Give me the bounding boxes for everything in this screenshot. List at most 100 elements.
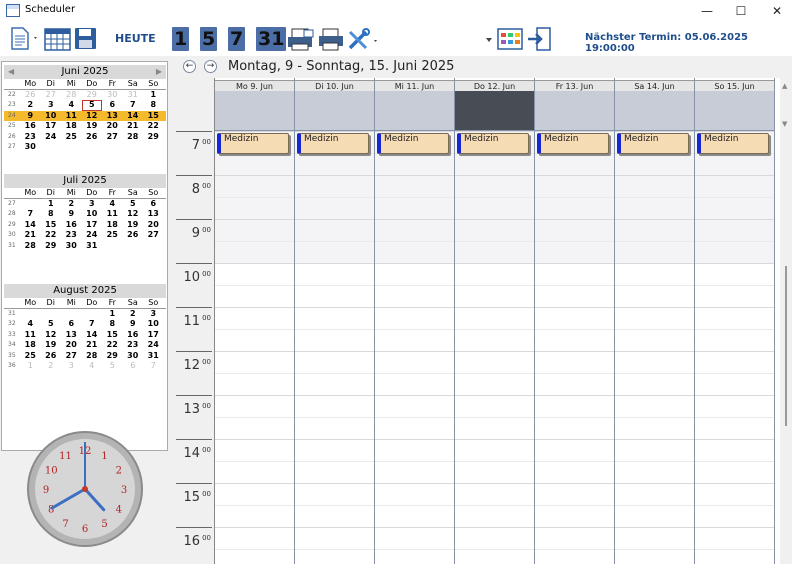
calendar-day[interactable]: 10	[82, 209, 103, 220]
calendar-day[interactable]: 14	[82, 330, 103, 341]
calendar-week-row[interactable]: 26 23 24 25 26 27 28 29	[4, 132, 166, 143]
calendar-day[interactable]: 1	[41, 199, 62, 210]
calendar-day[interactable]: 6	[143, 199, 164, 210]
calendar-day[interactable]	[102, 142, 123, 153]
scroll-up-arrow-icon[interactable]: ▲	[782, 82, 787, 90]
calendar-week-row[interactable]: 34 18 19 20 21 22 23 24	[4, 340, 166, 351]
calendar-day[interactable]: 11	[20, 330, 41, 341]
calendar-day[interactable]: 11	[61, 111, 82, 122]
calendar-day[interactable]: 1	[102, 309, 123, 320]
calendar-week-row[interactable]: 30 21 22 23 24 25 26 27	[4, 230, 166, 241]
month-view-button[interactable]: 31	[256, 27, 287, 51]
calendar-day[interactable]: 24	[143, 340, 164, 351]
calendar-week-row[interactable]: 36 1 2 3 4 5 6 7	[4, 361, 166, 372]
calendar-day[interactable]: 4	[20, 319, 41, 330]
calendar-day[interactable]: 19	[82, 121, 103, 132]
calendar-day[interactable]: 17	[41, 121, 62, 132]
calendar-day[interactable]: 17	[143, 330, 164, 341]
day-header[interactable]: Do 12. Jun	[455, 80, 534, 91]
calendar-day[interactable]: 27	[41, 90, 62, 101]
calendar-day[interactable]: 28	[82, 351, 103, 362]
calendar-day[interactable]: 31	[82, 241, 103, 252]
close-button[interactable]: ✕	[764, 2, 790, 20]
calendar-day[interactable]: 5	[81, 100, 102, 111]
calendar-day[interactable]: 28	[61, 90, 82, 101]
calendar-day[interactable]: 20	[102, 121, 123, 132]
all-day-area[interactable]	[375, 91, 454, 131]
appointment[interactable]: Medizin	[697, 133, 769, 154]
appointment[interactable]: Medizin	[377, 133, 449, 154]
calendar-day[interactable]: 1	[143, 90, 164, 101]
calendar-day[interactable]: 13	[143, 209, 164, 220]
calendar-day[interactable]: 3	[41, 100, 62, 111]
calendar-day[interactable]: 23	[123, 340, 144, 351]
calendar-week-row[interactable]: 25 16 17 18 19 20 21 22	[4, 121, 166, 132]
calendar-day[interactable]: 2	[41, 361, 62, 372]
all-day-area[interactable]	[295, 91, 374, 131]
calendar-week-row[interactable]: 31 28 29 30 31	[4, 241, 166, 252]
calendar-day[interactable]: 22	[41, 230, 62, 241]
day-column[interactable]: Sa 14. Jun Medizin	[615, 78, 695, 564]
calendar-day[interactable]: 21	[20, 230, 41, 241]
calendar-day[interactable]: 27	[61, 351, 82, 362]
day-column[interactable]: Fr 13. Jun Medizin	[535, 78, 615, 564]
calendar-day[interactable]: 18	[102, 220, 123, 231]
calendar-day[interactable]: 14	[123, 111, 144, 122]
calendar-day[interactable]: 16	[123, 330, 144, 341]
day-column[interactable]: Mi 11. Jun Medizin	[375, 78, 455, 564]
calendar-week-row[interactable]: 33 11 12 13 14 15 16 17	[4, 330, 166, 341]
all-day-area[interactable]	[215, 91, 294, 131]
day-header[interactable]: Di 10. Jun	[295, 80, 374, 91]
scroll-thumb[interactable]	[785, 266, 787, 426]
exit-door-icon[interactable]	[527, 26, 553, 52]
calendar-week-row[interactable]: 23 2 3 4 5 6 7 8	[4, 100, 166, 111]
calendar-day[interactable]: 20	[61, 340, 82, 351]
day-header[interactable]: Mi 11. Jun	[375, 80, 454, 91]
calendar-day[interactable]: 3	[143, 309, 164, 320]
day-column[interactable]: Mo 9. Jun Medizin	[215, 78, 295, 564]
calendar-day[interactable]	[20, 309, 41, 320]
calendar-day[interactable]: 10	[143, 319, 164, 330]
calendar-day[interactable]	[143, 241, 164, 252]
calendar-day[interactable]: 26	[123, 230, 144, 241]
maximize-button[interactable]: ☐	[728, 2, 754, 20]
calendar-day[interactable]: 22	[102, 340, 123, 351]
calendar-day[interactable]: 8	[41, 209, 62, 220]
calendar-day[interactable]: 15	[102, 330, 123, 341]
calendar-day[interactable]: 19	[41, 340, 62, 351]
calendar-day[interactable]: 7	[82, 319, 103, 330]
previous-week-button[interactable]: ←	[183, 60, 196, 73]
calendar-day[interactable]: 29	[143, 132, 164, 143]
calendar-day[interactable]: 14	[20, 220, 41, 231]
calendar-day[interactable]: 6	[102, 100, 123, 111]
calendar-day[interactable]: 26	[82, 132, 103, 143]
calendar-week-row[interactable]: 27 30	[4, 142, 166, 153]
new-document-icon[interactable]	[10, 27, 40, 51]
calendar-day[interactable]: 5	[41, 319, 62, 330]
vertical-scrollbar[interactable]: ▲ ▼	[780, 78, 792, 564]
calendar-day[interactable]: 7	[20, 209, 41, 220]
calendar-day[interactable]: 25	[20, 351, 41, 362]
today-button[interactable]: HEUTE	[115, 32, 156, 45]
next-appointment-label[interactable]: Nächster Termin: 05.06.2025 19:00:00	[585, 32, 792, 54]
day-view-button[interactable]: 1	[172, 27, 190, 51]
calendar-week-row[interactable]: 29 14 15 16 17 18 19 20	[4, 220, 166, 231]
day-header[interactable]: So 15. Jun	[695, 80, 774, 91]
calendar-day[interactable]: 4	[102, 199, 123, 210]
calendar-day[interactable]: 7	[123, 100, 144, 111]
calendar-day[interactable]: 31	[123, 90, 144, 101]
calendar-day[interactable]	[61, 142, 82, 153]
calendar-day[interactable]	[61, 309, 82, 320]
calendar-day[interactable]: 2	[20, 100, 41, 111]
calendar-day[interactable]: 30	[102, 90, 123, 101]
calendar-day[interactable]: 12	[123, 209, 144, 220]
calendar-day[interactable]: 8	[102, 319, 123, 330]
calendar-day[interactable]: 18	[61, 121, 82, 132]
calendar-day[interactable]: 15	[41, 220, 62, 231]
calendar-day[interactable]	[82, 309, 103, 320]
calendar-day[interactable]: 31	[143, 351, 164, 362]
day-column[interactable]: So 15. Jun Medizin	[695, 78, 775, 564]
day-header[interactable]: Fr 13. Jun	[535, 80, 614, 91]
appointment[interactable]: Medizin	[297, 133, 369, 154]
next-week-button[interactable]: →	[204, 60, 217, 73]
